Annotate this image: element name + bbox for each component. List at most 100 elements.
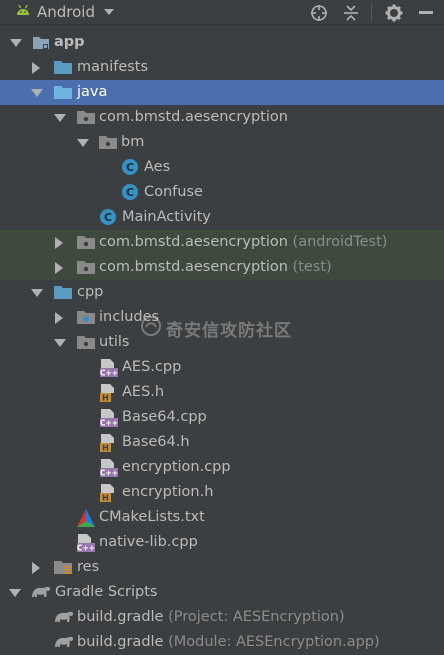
cpp-file-icon: C++ [99, 358, 118, 378]
tree-row-build-gradle-module[interactable]: build.gradle (Module: AESEncryption.app) [0, 630, 444, 655]
tree-row-package-main[interactable]: com.bmstd.aesencryption [0, 105, 444, 130]
hide-panel-icon[interactable] [416, 3, 436, 23]
gradle-icon [53, 608, 74, 626]
crosshair-icon[interactable] [309, 3, 329, 23]
tree-label-res: res [77, 559, 100, 575]
svg-text:C: C [104, 211, 112, 224]
class-icon: C [99, 208, 117, 226]
tree-row-build-gradle-project[interactable]: build.gradle (Project: AESEncryption) [0, 605, 444, 630]
tree-row-encryption-cpp[interactable]: C++ encryption.cpp [0, 455, 444, 480]
svg-text:C++: C++ [100, 419, 118, 428]
tree-label-build-gradle-project: build.gradle (Project: AESEncryption) [77, 609, 345, 625]
toolbar-separator [371, 3, 372, 22]
chevron-down-icon[interactable] [54, 114, 66, 122]
cpp-file-icon: C++ [99, 458, 118, 478]
svg-text:C: C [126, 161, 134, 174]
tree-row-aes-cpp[interactable]: C++ AES.cpp [0, 355, 444, 380]
package-icon [76, 258, 95, 276]
svg-text:C++: C++ [100, 369, 118, 378]
resource-folder-icon [53, 558, 72, 576]
tree-label-encryption-cpp: encryption.cpp [122, 459, 231, 475]
chevron-right-icon[interactable] [55, 262, 63, 274]
cmake-icon [76, 508, 95, 527]
chevron-right-icon[interactable] [32, 62, 40, 74]
tree-label-base64-cpp: Base64.cpp [122, 409, 207, 425]
tree-suffix-module: (Module: AESEncryption.app) [168, 634, 380, 650]
module-folder-icon [32, 33, 50, 51]
tree-row-res[interactable]: res [0, 555, 444, 580]
tree-row-java[interactable]: java [0, 80, 444, 105]
tree-label-java: java [77, 84, 108, 100]
cpp-file-icon: C++ [76, 533, 95, 553]
gradle-icon [30, 583, 51, 601]
tree-label-aes-cpp: AES.cpp [122, 359, 182, 375]
tree-label-includes: includes [99, 309, 160, 325]
chevron-right-icon[interactable] [55, 312, 63, 324]
svg-text:H: H [102, 494, 109, 503]
cpp-file-icon: C++ [99, 408, 118, 428]
folder-icon [76, 333, 95, 351]
tree-label-manifests: manifests [77, 59, 149, 75]
chevron-down-icon[interactable] [10, 39, 22, 47]
chevron-down-icon[interactable] [31, 89, 43, 97]
tree-label-cmakelists: CMakeLists.txt [99, 509, 205, 525]
includes-folder-icon [76, 308, 95, 326]
tree-row-confuse-class[interactable]: C Confuse [0, 180, 444, 205]
tree-row-cmakelists[interactable]: CMakeLists.txt [0, 505, 444, 530]
tree-label-main-activity: MainActivity [122, 209, 211, 225]
chevron-down-icon[interactable] [54, 339, 66, 347]
tree-label-encryption-h: encryption.h [122, 484, 214, 500]
chevron-down-icon[interactable] [9, 589, 21, 597]
project-toolbar: Android [0, 0, 444, 25]
tree-label-build-gradle-module: build.gradle (Module: AESEncryption.app) [77, 634, 380, 650]
tree-label-aes-class: Aes [144, 159, 171, 175]
caret-down-icon [104, 9, 114, 15]
tree-suffix-android-test: (androidTest) [292, 234, 388, 250]
tree-row-cpp[interactable]: cpp [0, 280, 444, 305]
tree-row-aes-class[interactable]: C Aes [0, 155, 444, 180]
gear-icon[interactable] [384, 3, 404, 23]
header-file-icon: H [99, 383, 117, 403]
svg-text:C++: C++ [100, 469, 118, 478]
tree-row-native-lib[interactable]: C++ native-lib.cpp [0, 530, 444, 555]
tree-label-cpp: cpp [77, 284, 104, 300]
tree-label-base64-h: Base64.h [122, 434, 190, 450]
chevron-right-icon[interactable] [32, 562, 40, 574]
tree-row-app[interactable]: app [0, 30, 444, 55]
tree-row-manifests[interactable]: manifests [0, 55, 444, 80]
svg-text:C: C [126, 186, 134, 199]
tree-label-aes-h: AES.h [122, 384, 165, 400]
chevron-down-icon[interactable] [31, 289, 43, 297]
project-view-title: Android [37, 3, 95, 21]
tree-label-gradle-scripts: Gradle Scripts [55, 584, 158, 600]
tree-row-base64-h[interactable]: H Base64.h [0, 430, 444, 455]
project-view-selector[interactable]: Android [16, 3, 114, 21]
class-icon: C [121, 183, 139, 201]
tree-row-gradle-scripts[interactable]: Gradle Scripts [0, 580, 444, 605]
gradle-icon [53, 633, 74, 651]
tree-label-package-test: com.bmstd.aesencryption (test) [99, 259, 332, 275]
tree-row-encryption-h[interactable]: H encryption.h [0, 480, 444, 505]
tree-row-aes-h[interactable]: H AES.h [0, 380, 444, 405]
chevron-right-icon[interactable] [55, 237, 63, 249]
folder-icon [53, 283, 72, 301]
header-file-icon: H [99, 433, 117, 453]
collapse-all-icon[interactable] [341, 3, 361, 23]
package-icon [76, 233, 95, 251]
tree-label-package-main: com.bmstd.aesencryption [99, 109, 288, 125]
header-file-icon: H [99, 483, 117, 503]
tree-row-base64-cpp[interactable]: C++ Base64.cpp [0, 405, 444, 430]
tree-label-bm: bm [121, 134, 145, 150]
tree-row-bm[interactable]: bm [0, 130, 444, 155]
chevron-down-icon[interactable] [77, 139, 89, 147]
tree-label-confuse-class: Confuse [144, 184, 203, 200]
class-icon: C [121, 158, 139, 176]
tree-label-utils: utils [99, 334, 130, 350]
tree-row-main-activity[interactable]: C MainActivity [0, 205, 444, 230]
folder-icon [53, 83, 72, 101]
tree-row-package-android-test[interactable]: com.bmstd.aesencryption (androidTest) [0, 230, 444, 255]
tree-row-utils[interactable]: utils [0, 330, 444, 355]
tree-row-includes[interactable]: includes [0, 305, 444, 330]
tree-row-package-test[interactable]: com.bmstd.aesencryption (test) [0, 255, 444, 280]
svg-text:H: H [102, 394, 109, 403]
